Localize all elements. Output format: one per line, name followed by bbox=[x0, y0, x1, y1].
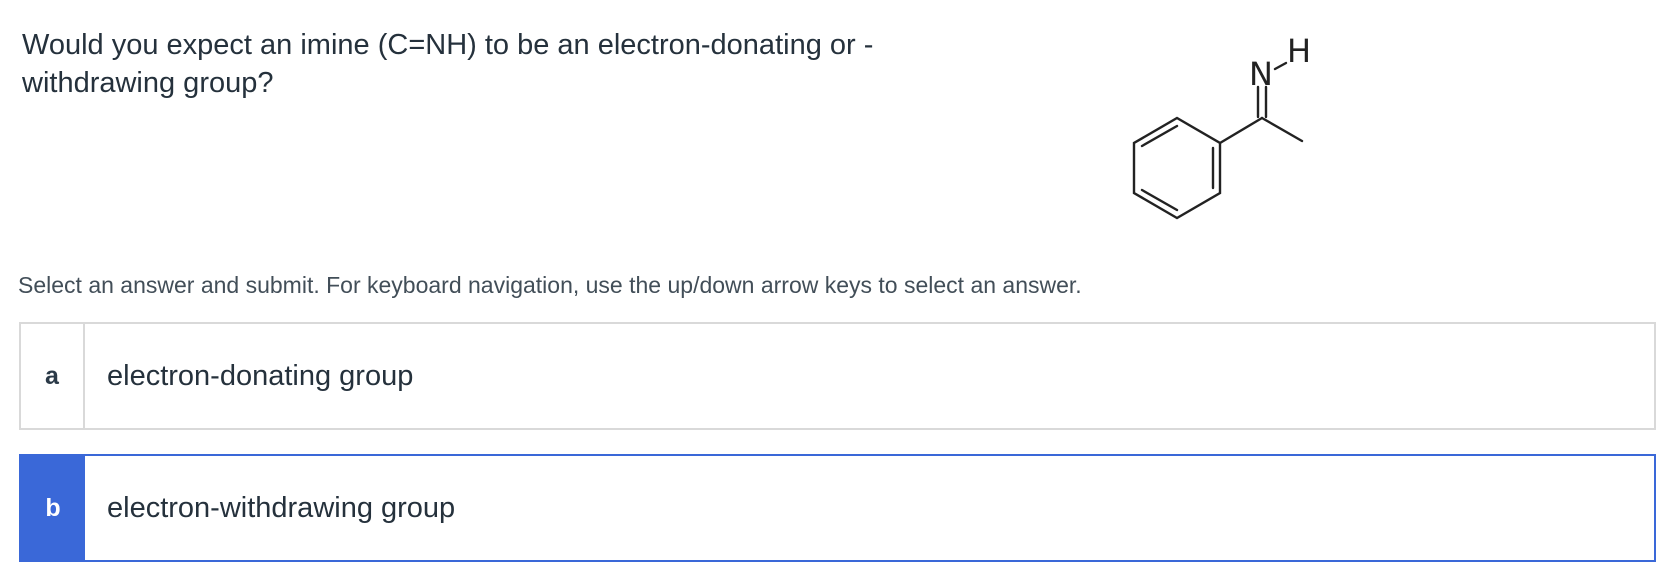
nitrogen-label: N bbox=[1249, 55, 1273, 93]
instructions-text: Select an answer and submit. For keyboar… bbox=[18, 272, 1082, 298]
option-letter: a bbox=[21, 324, 85, 428]
question-page: Would you expect an imine (C=NH) to be a… bbox=[0, 0, 1680, 570]
imine-structure-diagram: N H bbox=[1120, 25, 1350, 240]
hydrogen-label: H bbox=[1287, 32, 1311, 70]
option-letter: b bbox=[21, 456, 85, 560]
option-label: electron-withdrawing group bbox=[107, 491, 456, 524]
question-text: Would you expect an imine (C=NH) to be a… bbox=[22, 29, 874, 99]
answer-option-b[interactable]: b electron-withdrawing group bbox=[19, 454, 1656, 562]
answer-option-a[interactable]: a electron-donating group bbox=[19, 322, 1656, 430]
option-label: electron-donating group bbox=[107, 359, 414, 392]
